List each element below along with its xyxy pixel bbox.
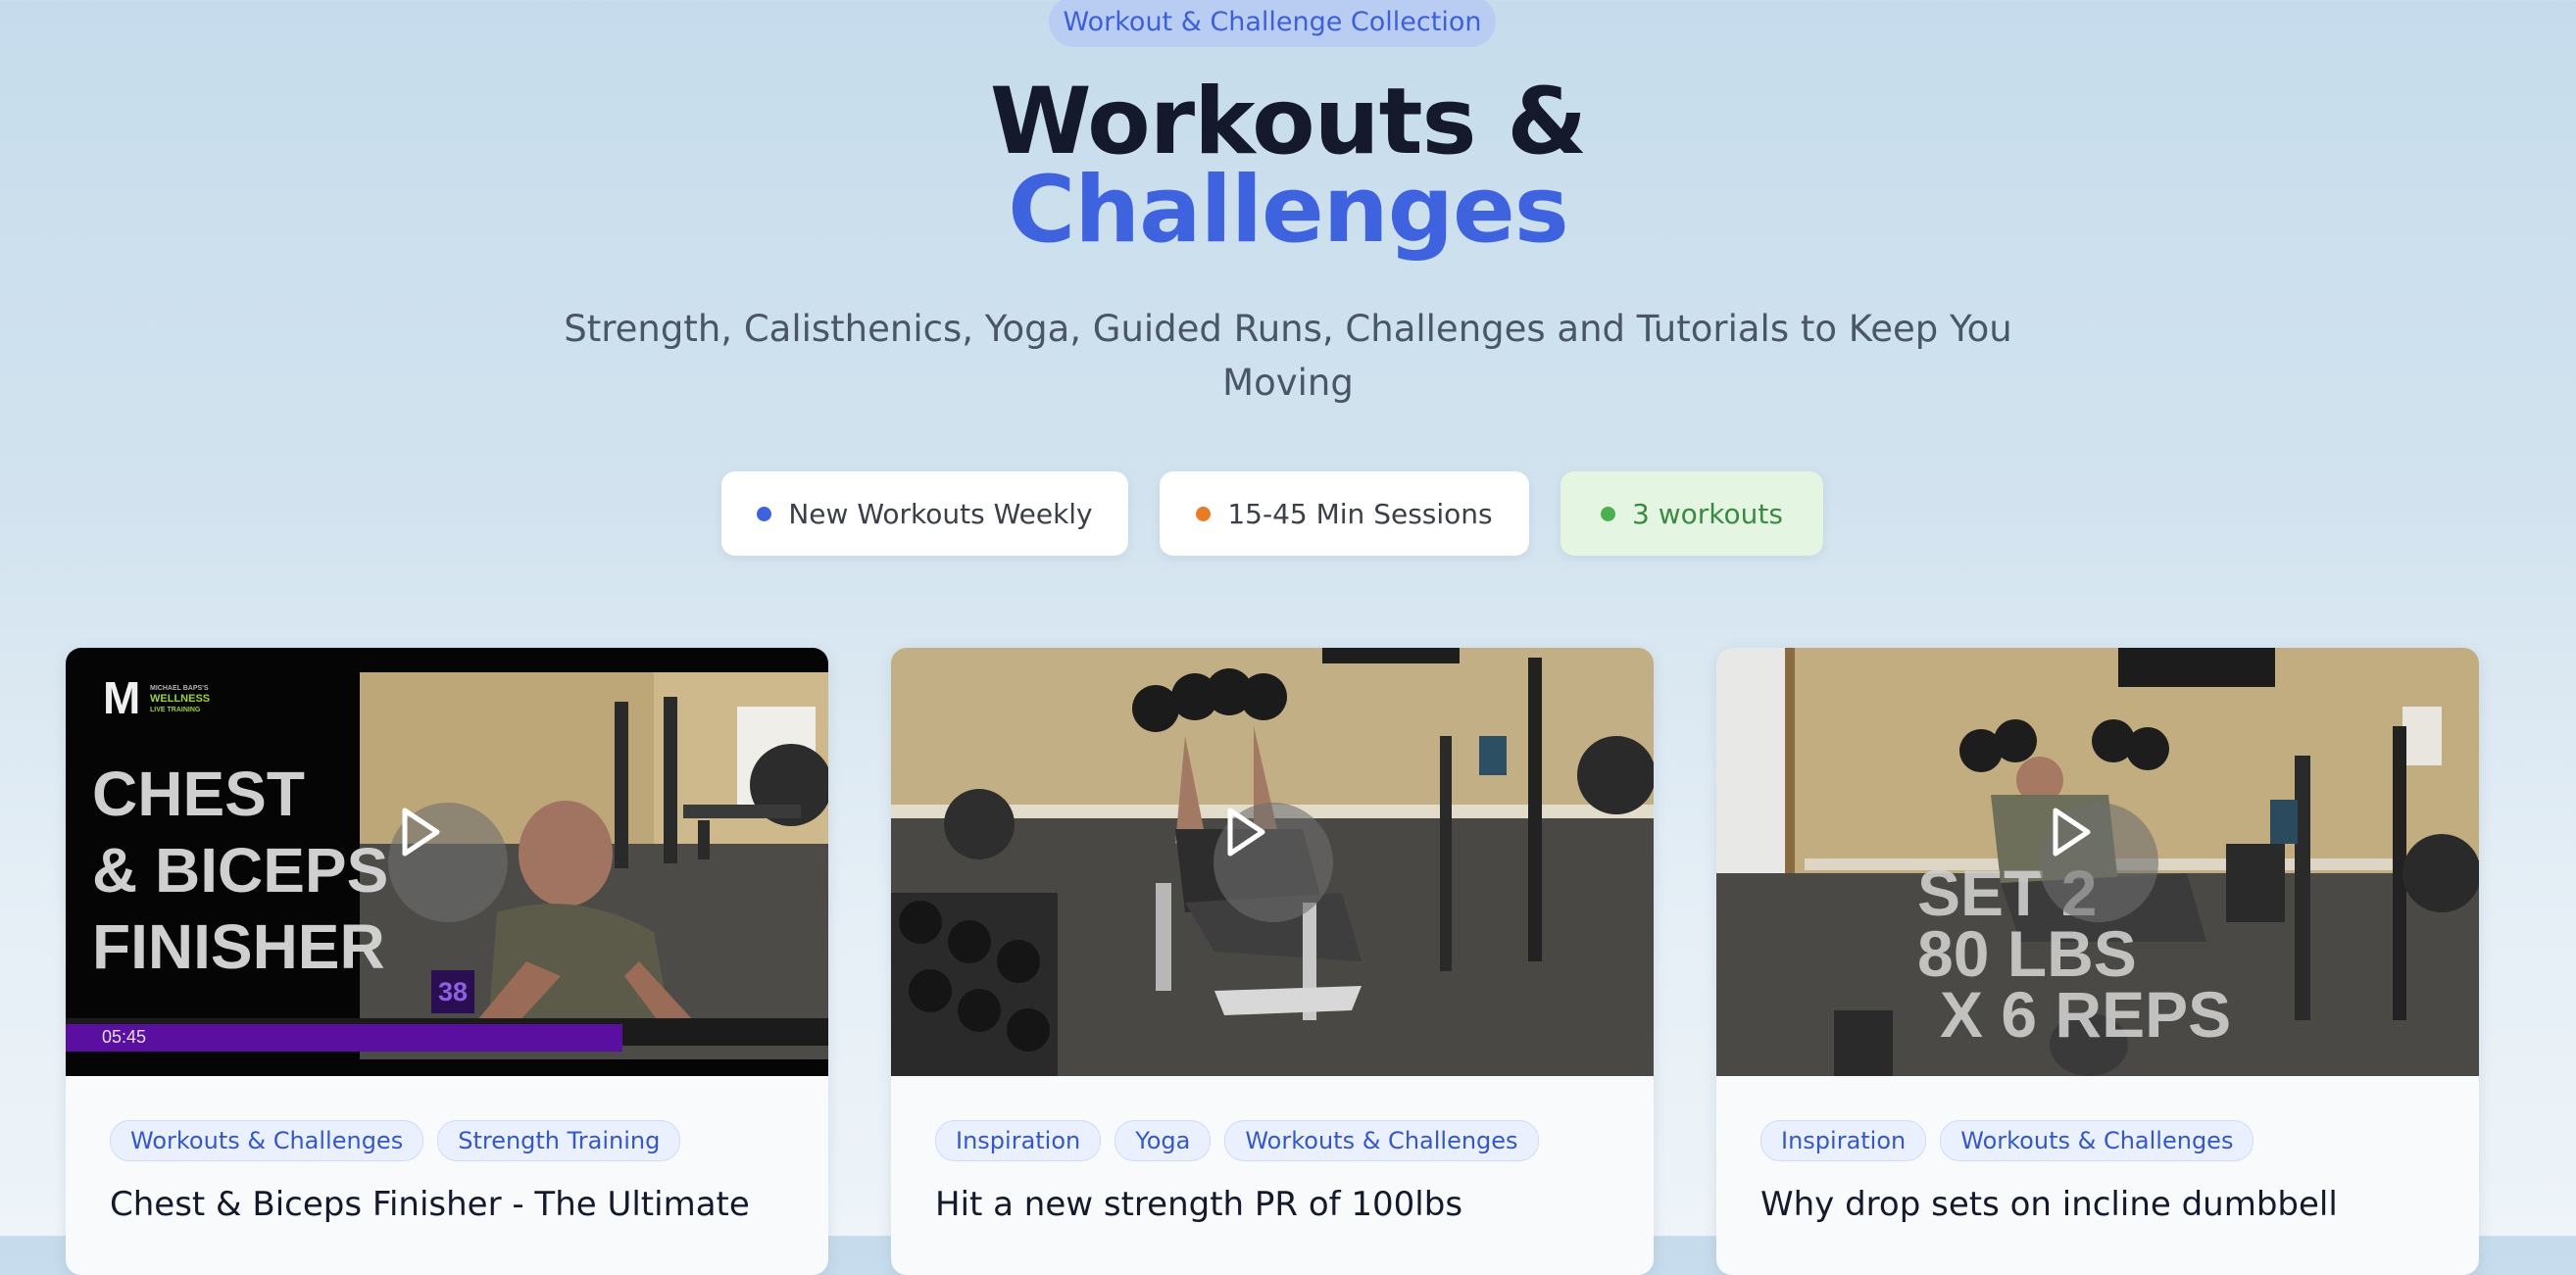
- page-subtitle: Strength, Calisthenics, Yoga, Guided Run…: [564, 308, 2012, 404]
- play-button[interactable]: [1214, 803, 1333, 922]
- thumbnail-text-line3: FINISHER: [92, 911, 385, 982]
- workout-count-pill: 3 workouts: [1560, 471, 1823, 556]
- video-timestamp: 05:45: [102, 1027, 147, 1047]
- channel-logo-line2: WELLNESS: [150, 693, 211, 705]
- thumbnail-text-line3: X 6 REPS: [1940, 978, 2232, 1051]
- green-dot-icon: [1601, 506, 1616, 521]
- workout-card[interactable]: SET 2 80 LBS X 6 REPS Inspiration Workou…: [1716, 648, 2479, 1275]
- tag-list: Inspiration Workouts & Challenges: [1760, 1120, 2254, 1161]
- feature-pill-weekly: New Workouts Weekly: [721, 471, 1128, 556]
- play-icon: [1227, 808, 1265, 857]
- orange-dot-icon: [1196, 506, 1212, 521]
- video-progress-fill: [66, 1024, 622, 1052]
- category-tag[interactable]: Yoga: [1115, 1120, 1212, 1161]
- category-tag[interactable]: Inspiration: [935, 1120, 1102, 1161]
- thumbnail-text-line1: CHEST: [92, 759, 305, 829]
- tag-list: Inspiration Yoga Workouts & Challenges: [935, 1120, 1539, 1161]
- category-tag[interactable]: Strength Training: [437, 1120, 681, 1161]
- category-tag[interactable]: Workouts & Challenges: [1940, 1120, 2254, 1161]
- video-thumbnail[interactable]: M MICHAEL BAPS'S WELLNESS LIVE TRAINING …: [66, 648, 828, 1076]
- channel-logo-line3: LIVE TRAINING: [150, 707, 201, 713]
- collection-eyebrow-badge: Workout & Challenge Collection: [1049, 0, 1496, 47]
- feature-pill-label: New Workouts Weekly: [788, 497, 1093, 530]
- video-progress-bar: [66, 1024, 828, 1052]
- card-title[interactable]: Hit a new strength PR of 100lbs: [935, 1185, 1621, 1224]
- tag-list: Workouts & Challenges Strength Training: [110, 1120, 681, 1161]
- channel-logo-line1: MICHAEL BAPS'S: [150, 685, 209, 692]
- workout-count-label: 3 workouts: [1632, 497, 1783, 530]
- feature-pill-duration: 15-45 Min Sessions: [1160, 471, 1529, 556]
- video-thumbnail[interactable]: [891, 648, 1654, 1076]
- play-icon: [2053, 808, 2091, 857]
- category-tag[interactable]: Workouts & Challenges: [110, 1120, 424, 1161]
- play-button[interactable]: [2039, 803, 2158, 922]
- category-tag[interactable]: Workouts & Challenges: [1224, 1120, 1539, 1161]
- category-tag[interactable]: Inspiration: [1760, 1120, 1927, 1161]
- blue-dot-icon: [757, 506, 772, 521]
- play-icon: [402, 808, 440, 857]
- feature-pill-label: 15-45 Min Sessions: [1227, 497, 1493, 530]
- thumbnail-text-line2: & BICEPS: [92, 835, 389, 906]
- thumbnail-text-line2: 80 LBS: [1917, 917, 2137, 990]
- page-title-line2: Challenges: [1008, 157, 1568, 264]
- card-title[interactable]: Why drop sets on incline dumbbell: [1760, 1185, 2447, 1224]
- video-counter-badge: 38: [431, 970, 474, 1013]
- play-button[interactable]: [388, 803, 508, 922]
- workout-card[interactable]: M MICHAEL BAPS'S WELLNESS LIVE TRAINING …: [66, 648, 828, 1275]
- video-thumbnail[interactable]: SET 2 80 LBS X 6 REPS: [1716, 648, 2479, 1076]
- channel-logo-letter: M: [103, 672, 141, 723]
- card-title[interactable]: Chest & Biceps Finisher - The Ultimate: [110, 1185, 796, 1224]
- workout-card[interactable]: Inspiration Yoga Workouts & Challenges H…: [891, 648, 1654, 1275]
